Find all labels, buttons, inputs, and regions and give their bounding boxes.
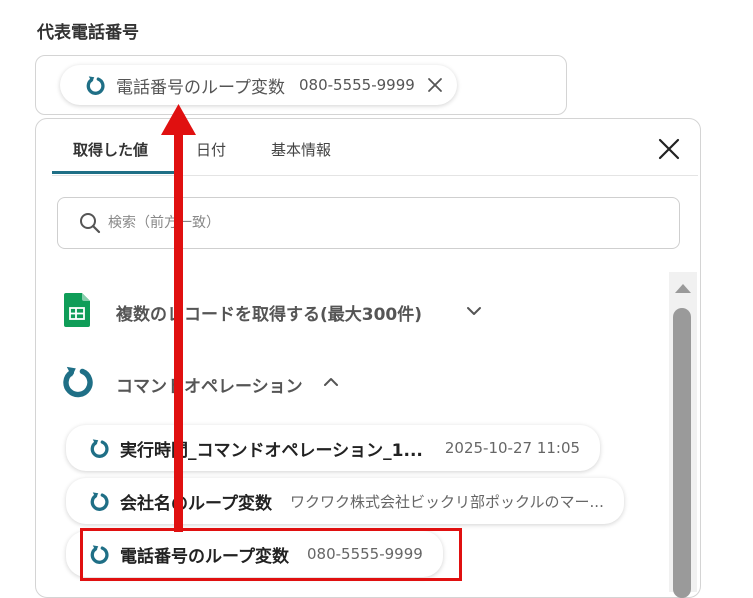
scroll-up-icon[interactable] [674,282,692,294]
tab-basic-info[interactable]: 基本情報 [271,139,331,160]
field-label: 代表電話番号 [37,23,139,43]
highlight-box [80,528,462,581]
field-value-chip[interactable]: 電話番号のループ変数 080-5555-9999 [60,65,457,105]
loop-icon [88,437,110,459]
tab-date[interactable]: 日付 [196,139,226,160]
chevron-up-icon[interactable] [323,377,339,387]
search-icon [80,213,101,234]
chip-name: 電話番号のループ変数 [116,77,285,98]
loop-icon [88,490,110,512]
chevron-down-icon[interactable] [466,306,482,316]
item-value: ワクワク株式会社ビックリ部ポックルのマー... [289,492,604,511]
item-value: 2025-10-27 11:05 [444,439,581,457]
section-title-sheets[interactable]: 複数のレコードを取得する(最大300件) [116,300,422,325]
value-picker-panel [35,118,701,598]
active-tab-indicator [52,171,174,174]
tab-acquired-values[interactable]: 取得した値 [73,139,148,160]
loop-icon [84,74,106,96]
list-item[interactable]: 会社名のループ変数 ワクワク株式会社ビックリ部ポックルのマー... [66,478,624,524]
remove-chip-icon[interactable] [427,77,443,93]
loop-icon [59,363,95,399]
search-input[interactable] [108,206,608,240]
scrollbar-thumb[interactable] [673,308,691,598]
section-title-command[interactable]: コマンドオペレーション [116,372,303,397]
google-sheets-icon [64,293,90,327]
list-item[interactable]: 実行時間_コマンドオペレーション_1... 2025-10-27 11:05 [66,425,601,471]
chip-value: 080-5555-9999 [298,76,415,94]
tab-divider [52,175,698,176]
close-icon[interactable] [658,138,680,160]
item-name: 会社名のループ変数 [120,493,272,514]
item-name: 実行時間_コマンドオペレーション_1... [120,440,423,461]
